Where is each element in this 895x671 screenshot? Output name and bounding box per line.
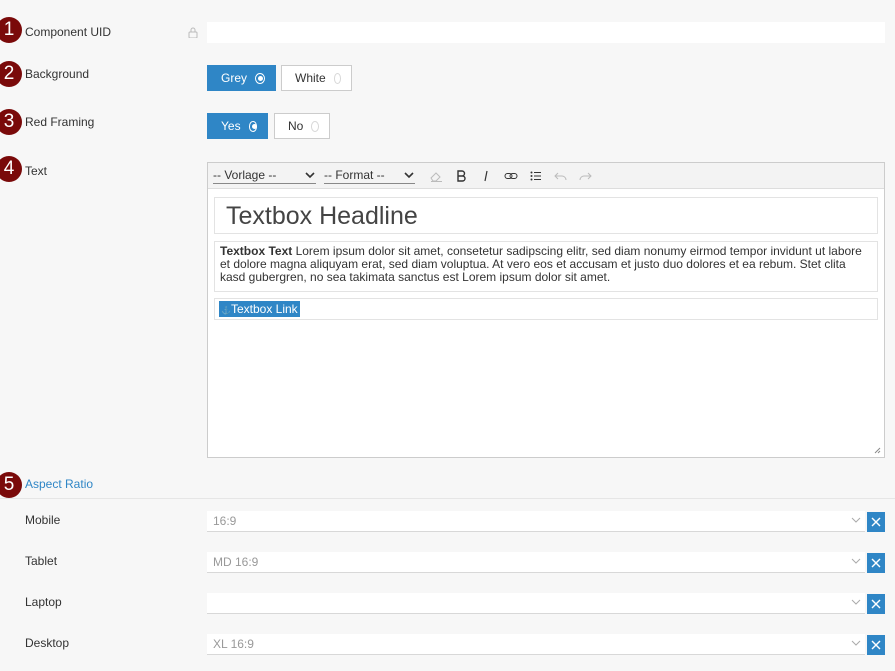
bold-icon[interactable]: [448, 166, 473, 186]
red-framing-yes-option[interactable]: Yes: [207, 113, 268, 139]
laptop-clear-button[interactable]: [867, 594, 885, 614]
step-badge-2: 2: [0, 61, 22, 87]
component-uid-label: Component UID: [25, 25, 112, 39]
radio-checked-icon: [248, 120, 257, 132]
radio-unchecked-icon: [311, 120, 319, 132]
link-icon[interactable]: [498, 166, 523, 186]
chevron-down-icon: [851, 599, 861, 605]
paragraph-bold-text: Textbox Text: [220, 244, 293, 258]
desktop-clear-button[interactable]: [867, 635, 885, 655]
close-icon: [871, 640, 881, 650]
italic-icon[interactable]: [473, 166, 498, 186]
background-grey-label: Grey: [221, 71, 248, 85]
aspect-ratio-title[interactable]: Aspect Ratio: [25, 477, 93, 491]
anchor-icon: ⚓: [221, 306, 231, 315]
editor-headline-block[interactable]: Textbox Headline: [214, 197, 878, 234]
close-icon: [871, 599, 881, 609]
eraser-icon[interactable]: [423, 166, 448, 186]
rich-text-editor[interactable]: -- Vorlage -- -- Format -- Textbox Headl: [207, 162, 885, 458]
background-white-option[interactable]: White: [281, 65, 352, 91]
tablet-clear-button[interactable]: [867, 553, 885, 573]
chevron-down-icon: [851, 558, 861, 564]
red-framing-no-label: No: [288, 119, 304, 133]
redo-icon[interactable]: [573, 166, 598, 186]
step-badge-1: 1: [0, 17, 22, 43]
mobile-label: Mobile: [25, 513, 61, 527]
background-white-label: White: [295, 71, 326, 85]
tablet-aspect-select[interactable]: MD 16:9: [207, 552, 865, 573]
laptop-label: Laptop: [25, 595, 62, 609]
resize-handle-icon[interactable]: [874, 447, 881, 454]
red-framing-label: Red Framing: [25, 115, 95, 129]
textbox-link[interactable]: ⚓Textbox Link: [219, 301, 300, 317]
step-badge-4: 4: [0, 156, 22, 182]
list-icon[interactable]: [523, 166, 548, 186]
background-grey-option[interactable]: Grey: [207, 65, 276, 91]
mobile-clear-button[interactable]: [867, 512, 885, 532]
close-icon: [871, 558, 881, 568]
laptop-aspect-select[interactable]: [207, 593, 865, 614]
paragraph-body-text: Lorem ipsum dolor sit amet, consetetur s…: [220, 244, 862, 284]
section-divider: [0, 498, 895, 499]
chevron-down-icon: [305, 171, 315, 178]
lock-icon: [188, 27, 198, 38]
mobile-aspect-select[interactable]: 16:9: [207, 511, 865, 532]
radio-checked-icon: [255, 72, 265, 84]
component-uid-input[interactable]: [207, 22, 885, 43]
editor-link-block[interactable]: ⚓Textbox Link: [214, 298, 878, 320]
chevron-down-icon: [404, 171, 414, 178]
desktop-label: Desktop: [25, 636, 70, 650]
textbox-link-label: Textbox Link: [230, 302, 298, 316]
tablet-aspect-value: MD 16:9: [213, 555, 259, 569]
text-label: Text: [25, 164, 48, 178]
desktop-aspect-select[interactable]: XL 16:9: [207, 634, 865, 655]
format-dropdown-value: -- Format --: [324, 168, 385, 182]
undo-icon[interactable]: [548, 166, 573, 186]
step-badge-3: 3: [0, 109, 22, 135]
desktop-aspect-value: XL 16:9: [213, 637, 254, 651]
chevron-down-icon: [851, 640, 861, 646]
red-framing-no-option[interactable]: No: [274, 113, 330, 139]
tablet-label: Tablet: [25, 554, 58, 568]
vorlage-dropdown-value: -- Vorlage --: [213, 168, 277, 182]
editor-paragraph-block[interactable]: Textbox Text Lorem ipsum dolor sit amet,…: [214, 241, 878, 292]
step-badge-5: 5: [0, 472, 22, 498]
radio-unchecked-icon: [333, 72, 341, 84]
red-framing-yes-label: Yes: [221, 119, 241, 133]
format-dropdown[interactable]: -- Format --: [324, 168, 415, 184]
close-icon: [871, 517, 881, 527]
background-label: Background: [25, 67, 90, 81]
chevron-down-icon: [851, 517, 861, 523]
mobile-aspect-value: 16:9: [213, 514, 237, 528]
editor-toolbar: -- Vorlage -- -- Format --: [208, 163, 884, 189]
vorlage-dropdown[interactable]: -- Vorlage --: [213, 168, 316, 184]
